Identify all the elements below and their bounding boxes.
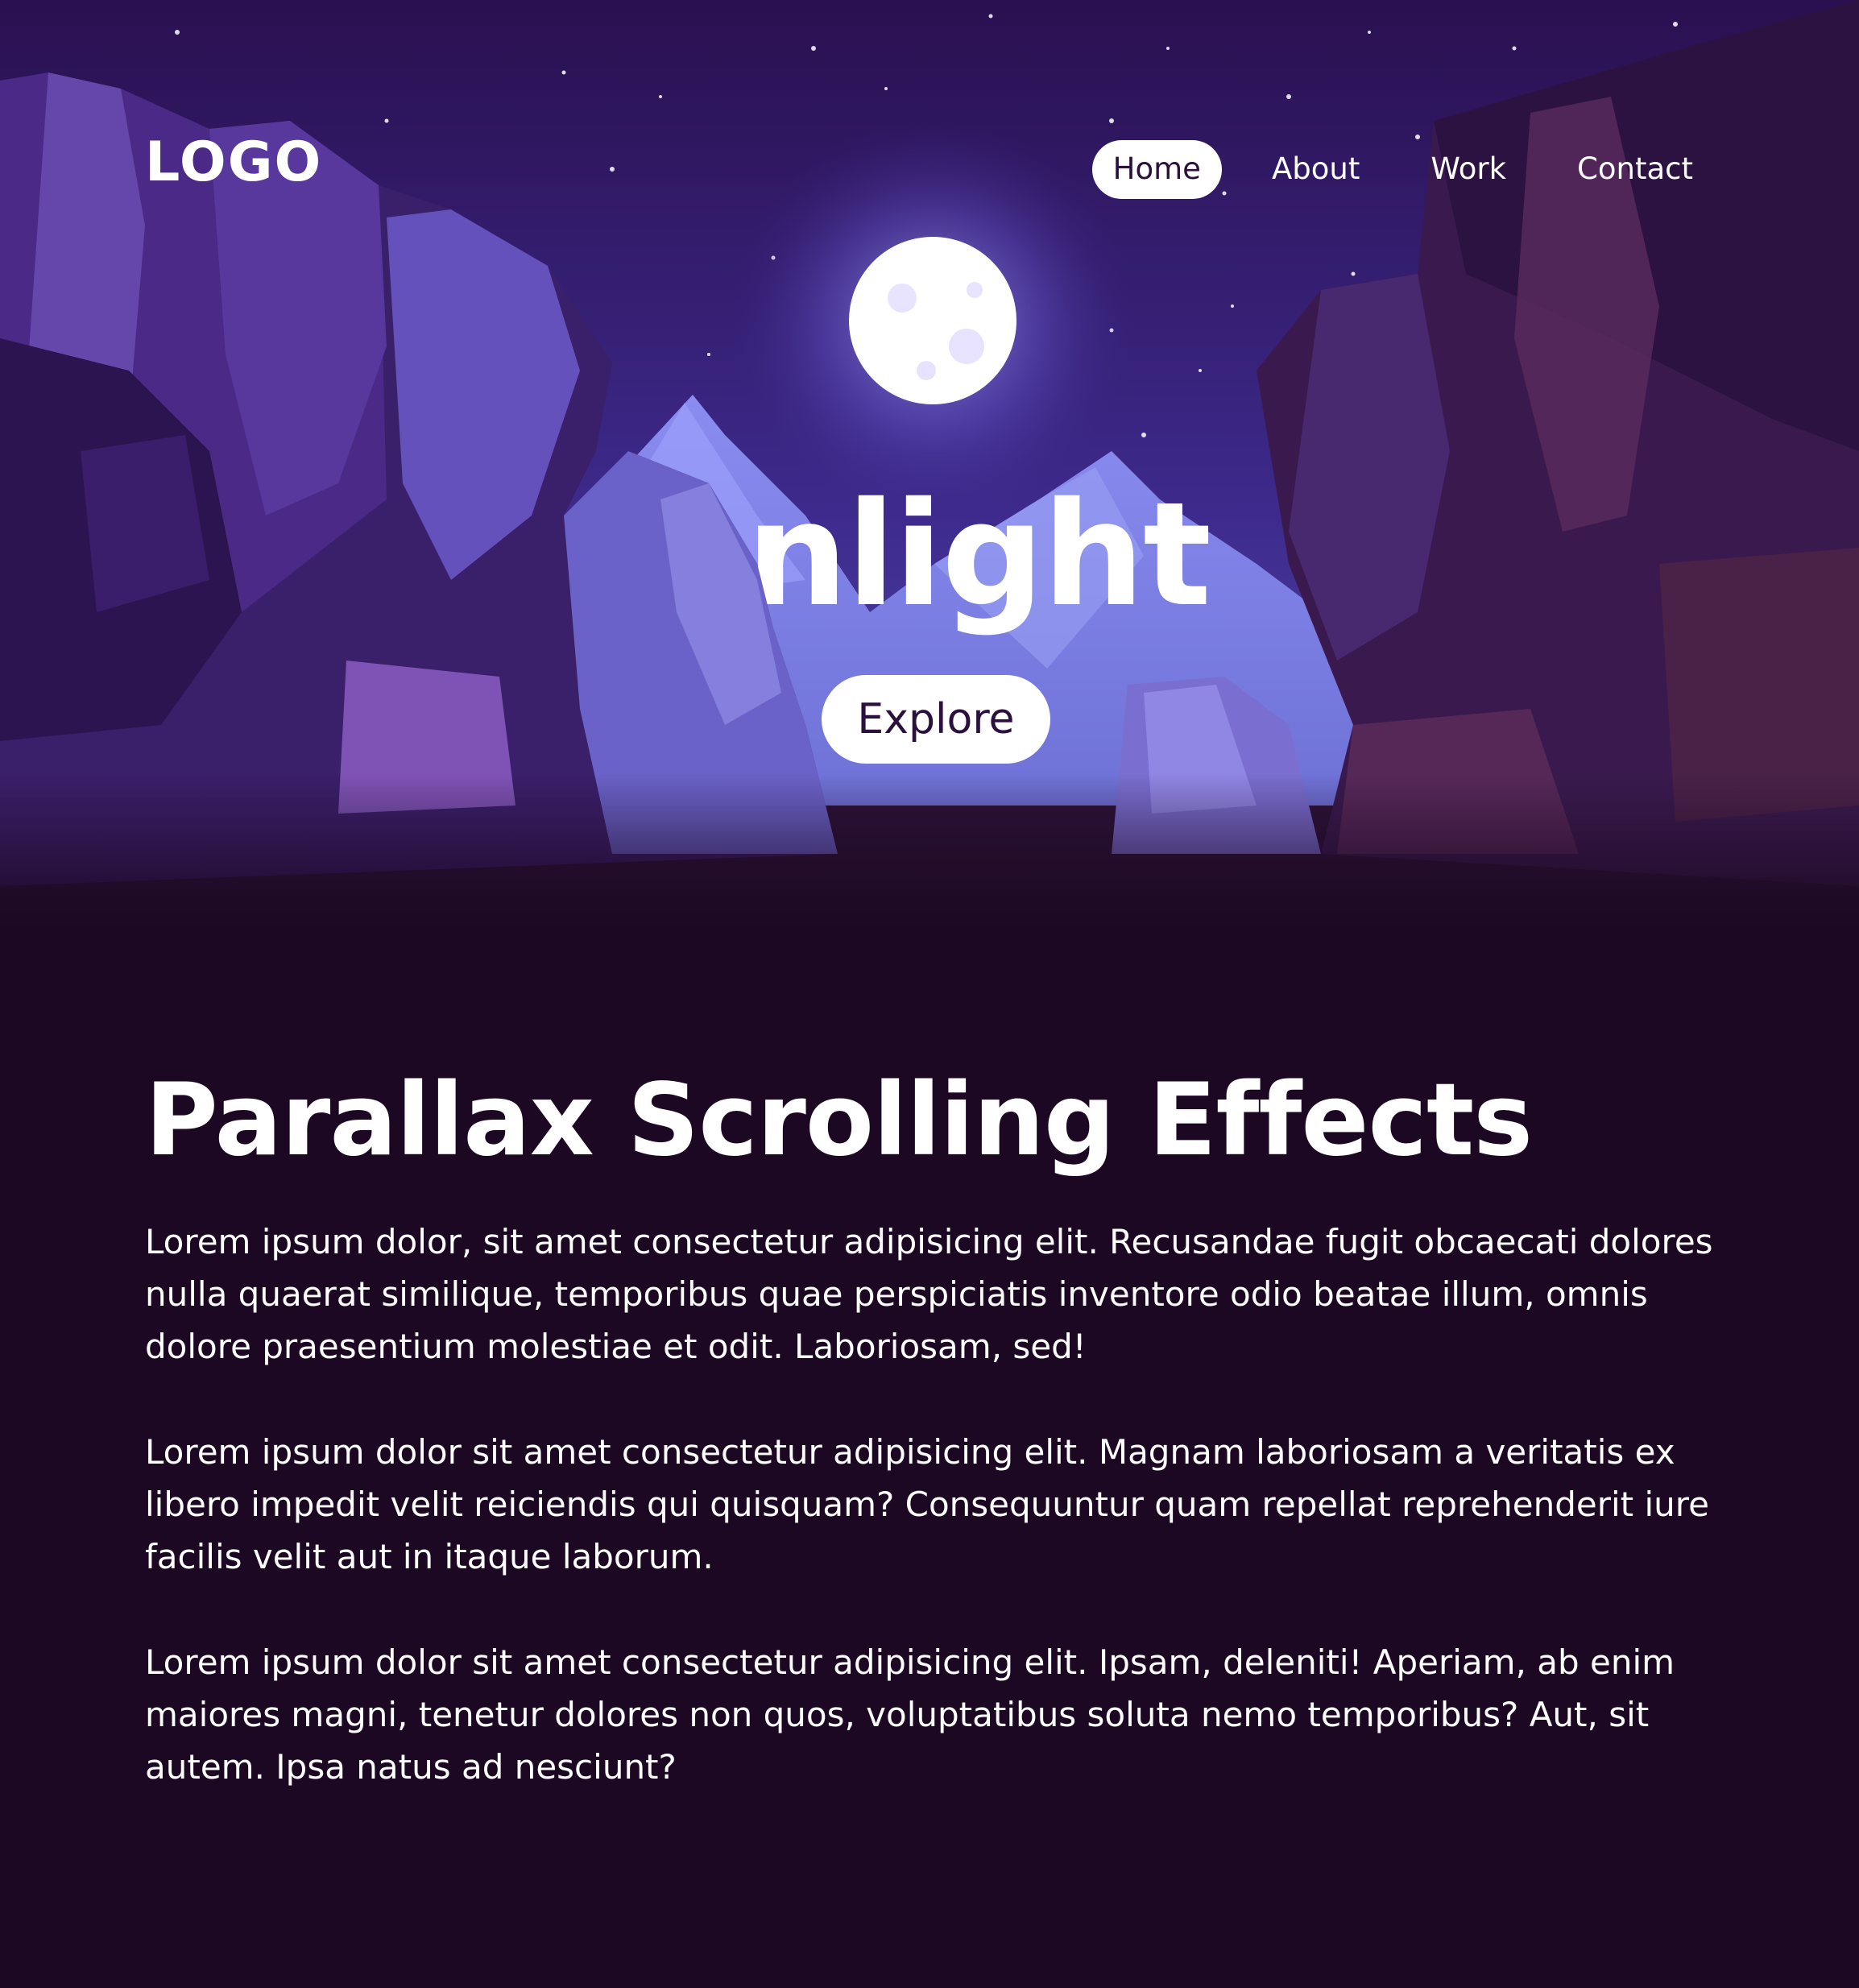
nav-item-home[interactable]: Home <box>1091 140 1222 199</box>
page: onlight Explore LOGO Home About Work Con… <box>0 0 1859 1988</box>
paragraph-2: Lorem ipsum dolor sit amet consectetur a… <box>145 1431 1709 1576</box>
hero-section: onlight Explore LOGO Home About Work Con… <box>0 0 1859 934</box>
explore-button[interactable]: Explore <box>822 675 1050 764</box>
main-content: Parallax Scrolling Effects Lorem ipsum d… <box>145 1063 1724 1846</box>
nav-item-about[interactable]: About <box>1251 140 1381 199</box>
nav-item-work[interactable]: Work <box>1410 140 1527 199</box>
paragraph-1: Lorem ipsum dolor, sit amet consectetur … <box>145 1221 1713 1366</box>
paragraph-3: Lorem ipsum dolor sit amet consectetur a… <box>145 1642 1675 1787</box>
hero-title: onlight <box>648 471 1211 638</box>
logo[interactable]: LOGO <box>145 135 322 190</box>
site-header: LOGO Home About Work Contact <box>0 0 1859 338</box>
nav-item-contact[interactable]: Contact <box>1556 140 1714 199</box>
section-heading: Parallax Scrolling Effects <box>145 1062 1533 1178</box>
main-nav: Home About Work Contact <box>1063 140 1714 199</box>
